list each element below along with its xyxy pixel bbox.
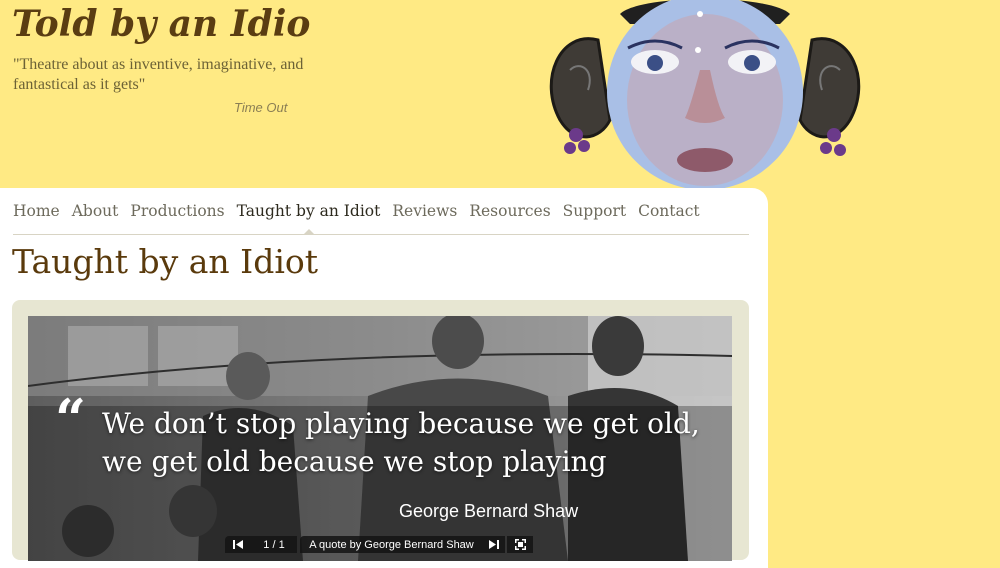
slide-quote: We don’t stop playing because we get old… <box>102 407 700 478</box>
nav-item-productions[interactable]: Productions <box>130 200 224 222</box>
tagline-source: Time Out <box>234 100 288 115</box>
quote-mark-icon: “ <box>55 387 87 451</box>
slide-quote-author: George Bernard Shaw <box>399 501 579 521</box>
logo-text: Told by an Idiot <box>12 4 312 45</box>
slide-caption: A quote by George Bernard Shaw <box>300 536 483 553</box>
nav-item-reviews[interactable]: Reviews <box>392 200 457 222</box>
nav-item-taught-by-an-idiot[interactable]: Taught by an Idiot <box>237 200 380 234</box>
main-nav: Home About Productions Taught by an Idio… <box>13 200 749 235</box>
nav-item-resources[interactable]: Resources <box>469 200 550 222</box>
page-title: Taught by an Idiot <box>12 242 319 281</box>
nav-item-contact[interactable]: Contact <box>638 200 700 222</box>
nav-item-home[interactable]: Home <box>13 200 60 222</box>
nav-item-support[interactable]: Support <box>563 200 626 222</box>
site-logo[interactable]: Told by an Idiot <box>12 4 312 50</box>
slide-counter: 1 / 1 <box>251 536 297 553</box>
skip-back-icon[interactable] <box>225 536 251 553</box>
nav-item-about[interactable]: About <box>72 200 119 222</box>
face-illustration <box>549 0 861 190</box>
fullscreen-icon[interactable] <box>507 536 533 553</box>
tagline-quote: "Theatre about as inventive, imaginative… <box>13 56 304 93</box>
skip-forward-icon[interactable] <box>483 536 505 553</box>
